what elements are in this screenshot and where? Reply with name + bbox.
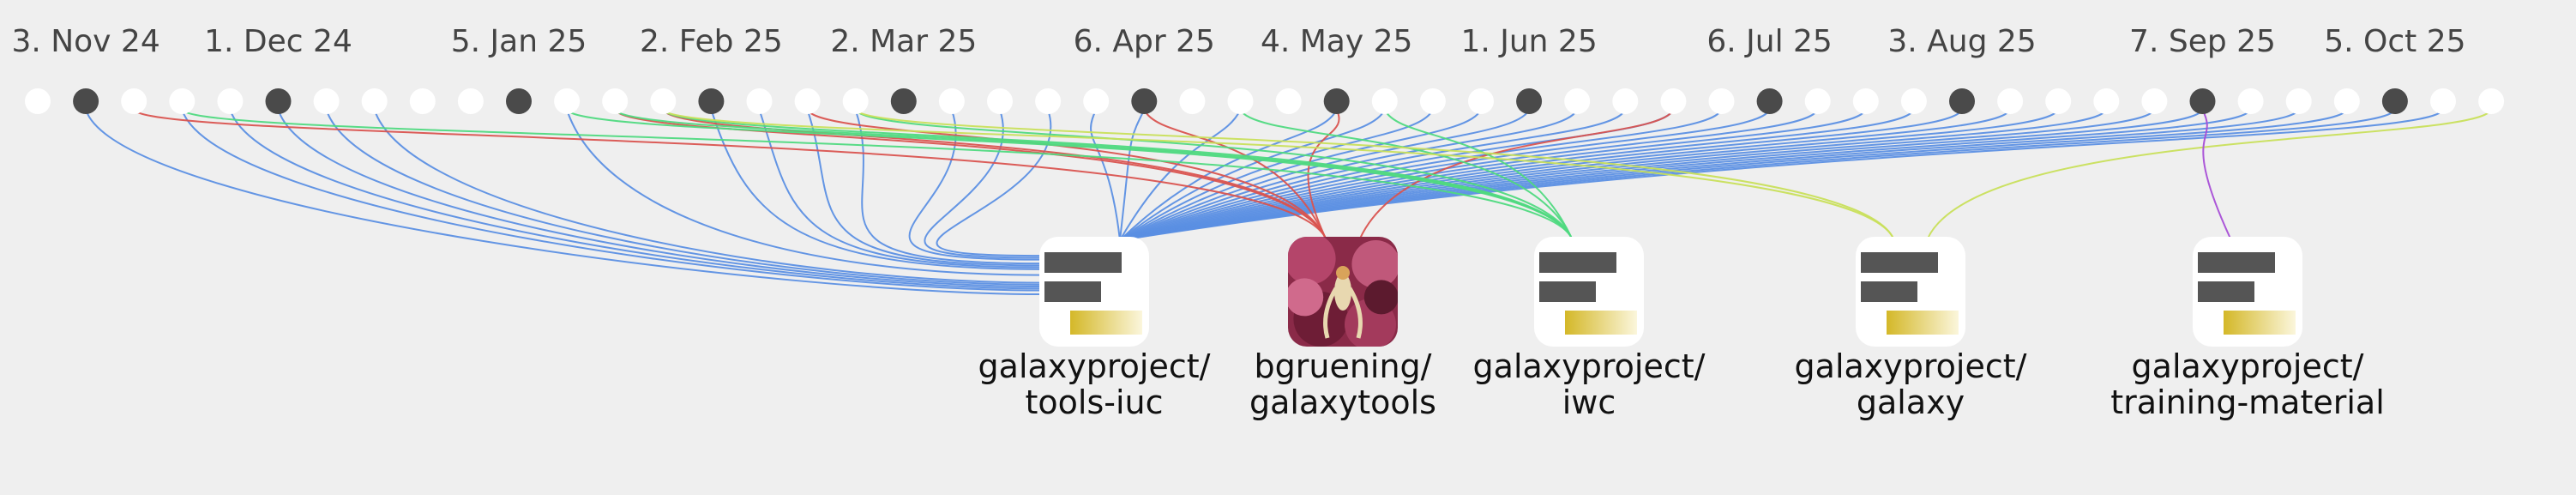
timeline-dot-marked — [1516, 88, 1543, 114]
timeline-dot-marked — [2381, 88, 2408, 114]
timeline-dot — [457, 88, 484, 114]
timeline-dot-marked — [2189, 88, 2216, 114]
timeline-dot — [554, 88, 581, 114]
timeline-tick-label: 1. Dec 24 — [204, 24, 352, 59]
timeline-dot — [1852, 88, 1879, 114]
timeline-tick-label: 5. Oct 25 — [2324, 24, 2465, 59]
timeline-dot — [1371, 88, 1398, 114]
timeline-dot — [1275, 88, 1302, 114]
timeline-dot — [1564, 88, 1591, 114]
repository-owner-label: galaxyproject/ — [1795, 347, 2027, 385]
timeline-dot — [1900, 88, 1927, 114]
timeline-tick-label: 7. Sep 25 — [2129, 24, 2276, 59]
timeline-dot — [217, 88, 244, 114]
timeline-dot-marked — [890, 88, 917, 114]
repo-icon — [1534, 237, 1644, 347]
timeline-dot — [602, 88, 629, 114]
timeline-dot — [2430, 88, 2456, 114]
timeline-tick-label: 6. Jul 25 — [1706, 24, 1832, 59]
timeline-tick-label: 2. Mar 25 — [830, 24, 977, 59]
timeline-dot — [794, 88, 821, 114]
repository-name-label: training-material — [2110, 383, 2385, 421]
timeline-dot — [1083, 88, 1110, 114]
contribution-timeline-graph: 3. Nov 24 1. Dec 24 5. Jan 25 2. Feb 25 2. M… — [0, 0, 2576, 492]
timeline-dot-marked — [1949, 88, 1975, 114]
timeline-dot — [987, 88, 1013, 114]
timeline-tick-label: 3. Nov 24 — [11, 24, 159, 59]
timeline-dot-marked — [1323, 88, 1350, 114]
repo-icon — [1039, 237, 1149, 347]
graph-canvas: 3. Nov 24 1. Dec 24 5. Jan 25 2. Feb 25 2. M… — [0, 0, 2576, 492]
timeline-dot-marked — [265, 88, 292, 114]
timeline-dot — [25, 88, 51, 114]
repository-name-label: tools-iuc — [1026, 383, 1164, 421]
timeline-dot — [313, 88, 340, 114]
timeline-dot — [746, 88, 773, 114]
timeline-dot — [1708, 88, 1735, 114]
timeline-dot — [1179, 88, 1206, 114]
timeline-dot — [1419, 88, 1446, 114]
timeline-dot-marked — [1131, 88, 1158, 114]
timeline-tick-label: 3. Aug 25 — [1887, 24, 2036, 59]
timeline-dot — [169, 88, 196, 114]
timeline-dot — [1035, 88, 1062, 114]
repository-name-label: galaxytools — [1249, 383, 1436, 421]
timeline-dot — [2141, 88, 2168, 114]
timeline-dot — [1997, 88, 2024, 114]
timeline-dot — [2045, 88, 2072, 114]
timeline-dot — [121, 88, 147, 114]
repository-owner-label: galaxyproject/ — [1473, 347, 1706, 385]
timeline-dot — [1227, 88, 1254, 114]
timeline-dot — [1468, 88, 1494, 114]
timeline-dot — [2478, 88, 2505, 114]
avatar — [1288, 237, 1398, 347]
timeline-dot — [842, 88, 869, 114]
timeline-dot-marked — [1756, 88, 1783, 114]
repo-icon — [2193, 237, 2302, 347]
timeline-dot — [1804, 88, 1831, 114]
timeline-dot — [1612, 88, 1639, 114]
repository-name-label: galaxy — [1857, 383, 1965, 421]
repository-owner-label: galaxyproject/ — [978, 347, 1211, 385]
timeline-tick-label: 1. Jun 25 — [1460, 24, 1597, 59]
timeline-dot — [650, 88, 677, 114]
timeline-dot-marked — [698, 88, 725, 114]
timeline-dot-marked — [506, 88, 532, 114]
timeline-tick-label: 5. Jan 25 — [451, 24, 587, 59]
timeline-dot — [409, 88, 436, 114]
timeline-dot — [2333, 88, 2360, 114]
timeline-tick-label: 2. Feb 25 — [640, 24, 783, 59]
timeline-dot — [938, 88, 965, 114]
timeline-dot — [2093, 88, 2120, 114]
repo-icon — [1856, 237, 1965, 347]
timeline-dot-marked — [73, 88, 99, 114]
timeline-dot — [361, 88, 388, 114]
timeline-dot — [2285, 88, 2312, 114]
repository-owner-label: galaxyproject/ — [2132, 347, 2364, 385]
timeline-tick-label: 4. May 25 — [1261, 24, 1412, 59]
repository-owner-label: bgruening/ — [1255, 347, 1432, 385]
timeline-dot — [1660, 88, 1687, 114]
repository-name-label: iwc — [1562, 383, 1616, 421]
timeline-tick-label: 6. Apr 25 — [1074, 24, 1215, 59]
timeline-dot — [2237, 88, 2264, 114]
